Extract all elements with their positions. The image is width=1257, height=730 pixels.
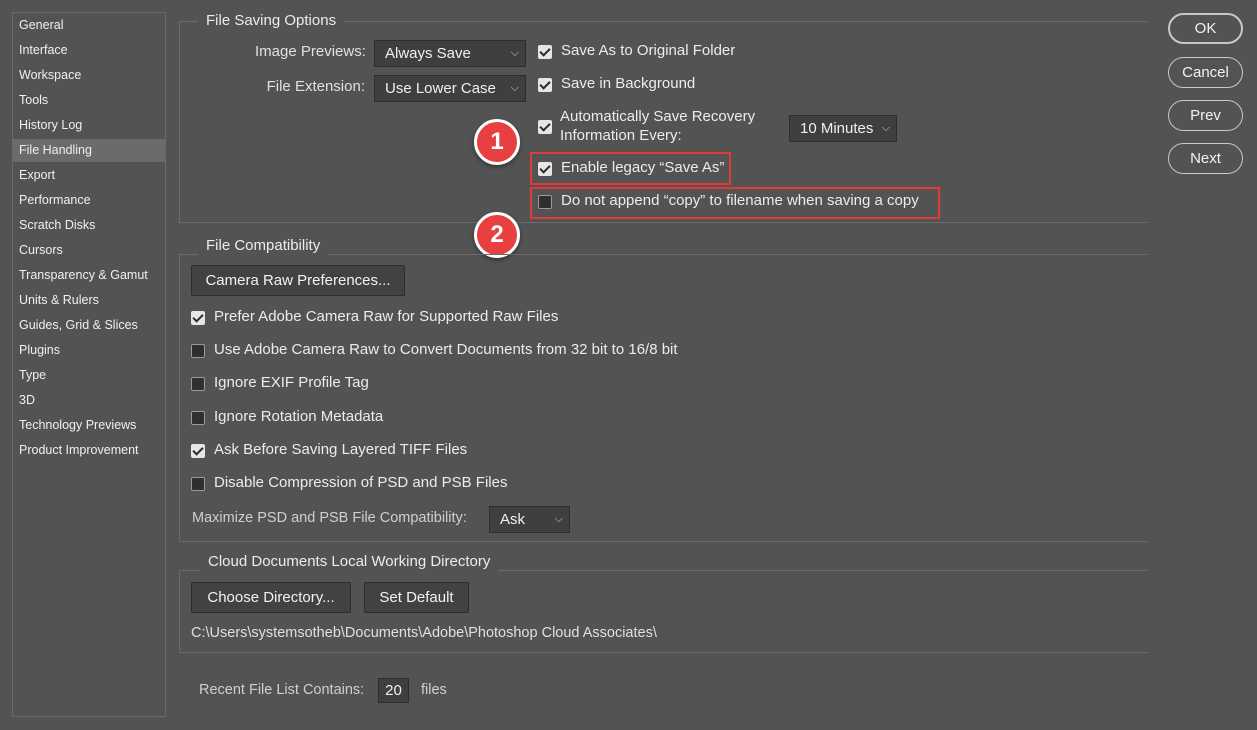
cloud-directory-path: C:\Users\systemsotheb\Documents\Adobe\Ph… — [191, 625, 657, 641]
sidebar-item-plugins[interactable]: Plugins — [13, 339, 165, 362]
auto-save-label: Automatically Save Recovery Information … — [560, 107, 755, 145]
check-icon — [192, 444, 204, 456]
preferences-sidebar: General Interface Workspace Tools Histor… — [12, 12, 166, 717]
maximize-compat-label: Maximize PSD and PSB File Compatibility: — [192, 510, 467, 526]
file-extension-value: Use Lower Case — [385, 80, 496, 97]
recent-files-suffix: files — [421, 682, 447, 698]
file-compatibility-group — [179, 254, 1148, 542]
cancel-button[interactable]: Cancel — [1168, 57, 1243, 88]
chevron-down-icon: ⌵ — [881, 122, 890, 134]
legacy-save-as-checkbox[interactable] — [538, 162, 552, 176]
callout-badge-2: 2 — [474, 212, 520, 258]
ignore-exif-checkbox[interactable] — [191, 377, 205, 391]
file-compatibility-legend: File Compatibility — [198, 237, 329, 255]
ask-layered-tiff-label: Ask Before Saving Layered TIFF Files — [214, 441, 468, 458]
image-previews-label: Image Previews: — [255, 43, 366, 60]
no-copy-append-checkbox[interactable] — [538, 195, 552, 209]
auto-save-interval-value: 10 Minutes — [800, 120, 874, 137]
save-background-label: Save in Background — [561, 75, 696, 92]
check-icon — [539, 78, 551, 90]
auto-save-label-line2: Information Every: — [560, 127, 682, 144]
camera-raw-preferences-button[interactable]: Camera Raw Preferences... — [191, 265, 405, 296]
disable-compression-label: Disable Compression of PSD and PSB Files — [214, 474, 508, 491]
sidebar-item-performance[interactable]: Performance — [13, 189, 165, 212]
file-saving-options-legend: File Saving Options — [198, 12, 345, 30]
sidebar-item-export[interactable]: Export — [13, 164, 165, 187]
chevron-down-icon: ⌵ — [510, 82, 519, 94]
sidebar-item-tools[interactable]: Tools — [13, 89, 165, 112]
auto-save-checkbox[interactable] — [538, 120, 552, 134]
choose-directory-button[interactable]: Choose Directory... — [191, 582, 351, 613]
chevron-down-icon: ⌵ — [510, 47, 519, 59]
sidebar-item-workspace[interactable]: Workspace — [13, 64, 165, 87]
sidebar-item-type[interactable]: Type — [13, 364, 165, 387]
sidebar-item-history-log[interactable]: History Log — [13, 114, 165, 137]
maximize-compat-dropdown[interactable]: Ask ⌵ — [489, 506, 570, 533]
sidebar-item-scratch-disks[interactable]: Scratch Disks — [13, 214, 165, 237]
image-previews-dropdown[interactable]: Always Save ⌵ — [374, 40, 526, 67]
save-to-original-checkbox[interactable] — [538, 45, 552, 59]
sidebar-item-guides-grid-slices[interactable]: Guides, Grid & Slices — [13, 314, 165, 337]
sidebar-item-technology-previews[interactable]: Technology Previews — [13, 414, 165, 437]
prefer-camera-raw-label: Prefer Adobe Camera Raw for Supported Ra… — [214, 308, 559, 325]
recent-files-count-input[interactable]: 20 — [378, 678, 409, 703]
ask-layered-tiff-checkbox[interactable] — [191, 444, 205, 458]
check-icon — [192, 311, 204, 323]
chevron-down-icon: ⌵ — [554, 513, 563, 525]
image-previews-value: Always Save — [385, 45, 471, 62]
sidebar-item-transparency-gamut[interactable]: Transparency & Gamut — [13, 264, 165, 287]
auto-save-interval-dropdown[interactable]: 10 Minutes ⌵ — [789, 115, 897, 142]
maximize-compat-value: Ask — [500, 511, 526, 528]
ok-button[interactable]: OK — [1168, 13, 1243, 44]
check-icon — [539, 162, 551, 174]
set-default-button[interactable]: Set Default — [364, 582, 469, 613]
recent-files-label: Recent File List Contains: — [199, 682, 365, 698]
ignore-rotation-checkbox[interactable] — [191, 411, 205, 425]
sidebar-item-interface[interactable]: Interface — [13, 39, 165, 62]
convert-32bit-label: Use Adobe Camera Raw to Convert Document… — [214, 341, 678, 358]
save-to-original-label: Save As to Original Folder — [561, 42, 736, 59]
check-icon — [539, 45, 551, 57]
file-extension-label: File Extension: — [266, 78, 365, 95]
cloud-documents-legend: Cloud Documents Local Working Directory — [200, 553, 499, 571]
sidebar-item-general[interactable]: General — [13, 14, 165, 37]
file-extension-dropdown[interactable]: Use Lower Case ⌵ — [374, 75, 526, 102]
no-copy-append-label: Do not append “copy” to filename when sa… — [561, 192, 919, 209]
sidebar-item-cursors[interactable]: Cursors — [13, 239, 165, 262]
callout-badge-1: 1 — [474, 119, 520, 165]
ignore-rotation-label: Ignore Rotation Metadata — [214, 408, 384, 425]
save-background-checkbox[interactable] — [538, 78, 552, 92]
next-button[interactable]: Next — [1168, 143, 1243, 174]
ignore-exif-label: Ignore EXIF Profile Tag — [214, 374, 369, 391]
sidebar-item-units-rulers[interactable]: Units & Rulers — [13, 289, 165, 312]
sidebar-item-product-improvement[interactable]: Product Improvement — [13, 439, 165, 462]
prev-button[interactable]: Prev — [1168, 100, 1243, 131]
sidebar-item-3d[interactable]: 3D — [13, 389, 165, 412]
legacy-save-as-label: Enable legacy “Save As” — [561, 159, 725, 176]
convert-32bit-checkbox[interactable] — [191, 344, 205, 358]
auto-save-label-line1: Automatically Save Recovery — [560, 108, 756, 125]
sidebar-item-file-handling[interactable]: File Handling — [13, 139, 165, 162]
check-icon — [539, 120, 551, 132]
disable-compression-checkbox[interactable] — [191, 477, 205, 491]
prefer-camera-raw-checkbox[interactable] — [191, 311, 205, 325]
